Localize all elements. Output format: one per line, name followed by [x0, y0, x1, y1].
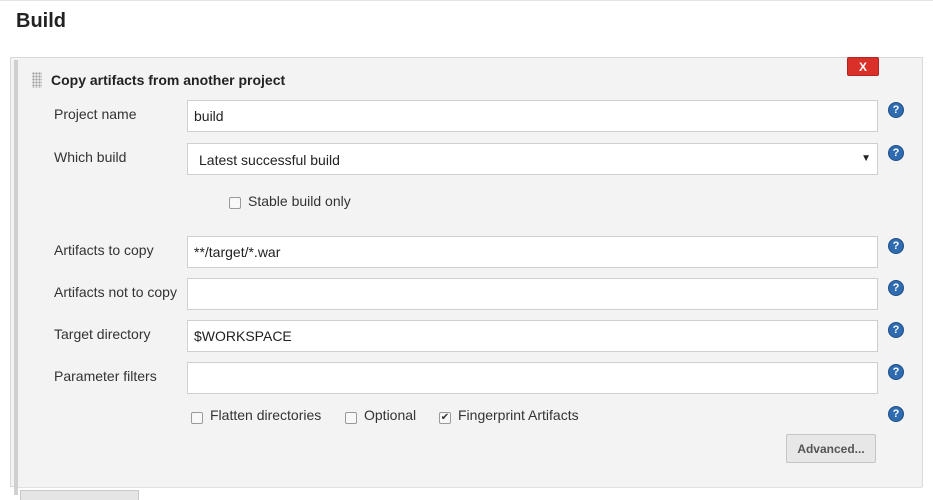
advanced-button[interactable]: Advanced...	[786, 434, 876, 463]
artifacts-to-copy-label: Artifacts to copy	[54, 242, 154, 258]
project-name-input[interactable]	[187, 100, 878, 132]
artifacts-to-copy-help-icon[interactable]: ?	[888, 238, 904, 254]
section-title: Build	[16, 10, 66, 32]
optional-checkbox[interactable]	[345, 412, 357, 424]
artifacts-not-to-copy-help-icon[interactable]: ?	[888, 280, 904, 296]
parameter-filters-help-icon[interactable]: ?	[888, 364, 904, 380]
parameter-filters-label: Parameter filters	[54, 368, 157, 384]
drag-handle-icon[interactable]	[32, 72, 42, 88]
target-directory-input[interactable]	[187, 320, 878, 352]
build-step-title: Copy artifacts from another project	[51, 72, 286, 88]
add-build-step-button[interactable]	[20, 490, 139, 500]
delete-step-button[interactable]: X	[847, 57, 879, 76]
which-build-label: Which build	[54, 149, 127, 165]
which-build-selected-value: Latest successful build	[199, 152, 340, 168]
project-name-label: Project name	[54, 106, 137, 122]
fingerprint-artifacts-label: Fingerprint Artifacts	[458, 407, 579, 423]
target-directory-label: Target directory	[54, 326, 151, 342]
artifacts-to-copy-input[interactable]	[187, 236, 878, 268]
project-name-help-icon[interactable]: ?	[888, 102, 904, 118]
parameter-filters-input[interactable]	[187, 362, 878, 394]
flatten-directories-checkbox[interactable]	[191, 412, 203, 424]
which-build-select[interactable]: Latest successful build ▼	[187, 143, 878, 175]
top-divider	[0, 0, 933, 1]
artifacts-not-to-copy-input[interactable]	[187, 278, 878, 310]
which-build-help-icon[interactable]: ?	[888, 145, 904, 161]
options-help-icon[interactable]: ?	[888, 406, 904, 422]
dropdown-arrow-icon: ▼	[861, 153, 871, 164]
stable-build-checkbox[interactable]	[229, 197, 241, 209]
optional-label: Optional	[364, 407, 417, 423]
flatten-directories-label: Flatten directories	[210, 407, 322, 423]
stable-build-label: Stable build only	[248, 193, 351, 209]
artifacts-not-to-copy-label: Artifacts not to copy	[54, 284, 177, 300]
fingerprint-artifacts-checkbox[interactable]: ✔	[439, 412, 451, 424]
target-directory-help-icon[interactable]: ?	[888, 322, 904, 338]
